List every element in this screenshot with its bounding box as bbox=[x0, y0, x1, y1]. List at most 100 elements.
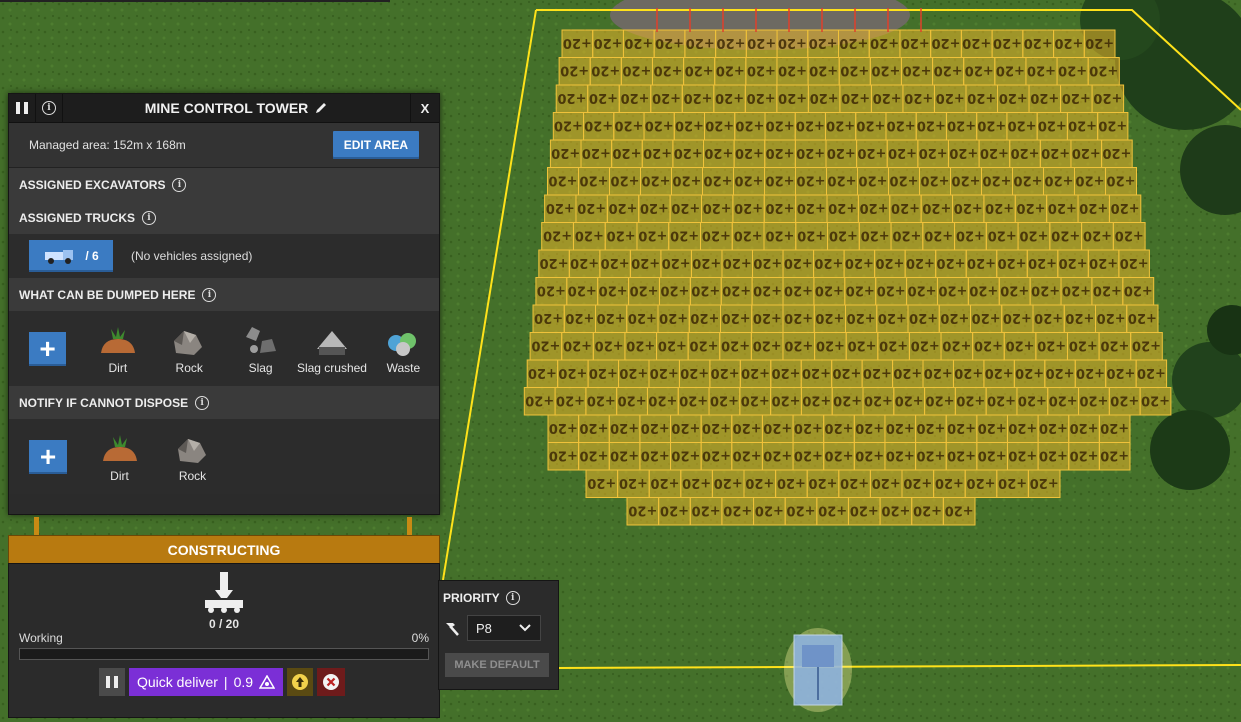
tile-height-label: +20 bbox=[999, 90, 1028, 105]
dirt-icon bbox=[102, 434, 137, 461]
product-dirt[interactable]: Dirt bbox=[83, 431, 156, 483]
tile-height-label: +20 bbox=[872, 475, 901, 490]
assigned-excavators-label: ASSIGNED EXCAVATORS bbox=[19, 177, 166, 192]
tile-height-label: +20 bbox=[549, 447, 578, 462]
tile-height-label: +20 bbox=[1031, 282, 1060, 297]
tile-height-label: +20 bbox=[916, 420, 945, 435]
product-label: Slag bbox=[248, 360, 273, 375]
tile-height-label: +20 bbox=[721, 337, 750, 352]
tile-height-label: +20 bbox=[705, 117, 734, 132]
designation-grid[interactable]: +20 +20 +20 +20 +20 +20 +20 +20 +20 +20 +20 +20 +20 +… bbox=[523, 8, 1172, 526]
tile-height-label: +20 bbox=[622, 62, 651, 77]
product-rock[interactable]: Rock bbox=[154, 323, 225, 375]
tile-height-label: +20 bbox=[589, 90, 618, 105]
tile-height-label: +20 bbox=[1083, 227, 1112, 242]
quick-deliver-cost: 0.9 bbox=[233, 674, 254, 690]
tile-height-label: +20 bbox=[919, 145, 948, 160]
tile-height-label: +20 bbox=[753, 255, 782, 270]
edit-pencil-icon[interactable] bbox=[314, 101, 328, 115]
tile-height-label: +20 bbox=[828, 172, 857, 187]
tile-height-label: +20 bbox=[827, 145, 856, 160]
info-icon: i bbox=[42, 101, 56, 115]
pause-button[interactable] bbox=[9, 94, 36, 122]
tile-height-label: +20 bbox=[802, 365, 831, 380]
tile-height-label: +20 bbox=[988, 227, 1017, 242]
info-icon[interactable]: i bbox=[195, 395, 210, 410]
product-waste[interactable]: Waste bbox=[368, 323, 439, 375]
notify-products-row: + Dirt Rock bbox=[9, 419, 439, 494]
close-button[interactable]: X bbox=[410, 94, 439, 122]
tile-height-label: +20 bbox=[778, 35, 807, 50]
pause-construction-button[interactable] bbox=[99, 668, 125, 696]
tile-height-label: +20 bbox=[1085, 35, 1114, 50]
tile-height-label: +20 bbox=[794, 420, 823, 435]
tile-height-label: +20 bbox=[908, 282, 937, 297]
quick-deliver-button[interactable]: Quick deliver | 0.9 bbox=[129, 668, 284, 696]
add-notify-product-button[interactable]: + bbox=[29, 439, 67, 474]
cancel-construction-button[interactable] bbox=[317, 668, 346, 696]
product-rock[interactable]: Rock bbox=[156, 431, 229, 483]
dump-section-label: WHAT CAN BE DUMPED HERE bbox=[19, 287, 196, 302]
tile-height-label: +20 bbox=[614, 117, 643, 132]
tile-height-label: +20 bbox=[1128, 310, 1157, 325]
tile-height-label: +20 bbox=[977, 117, 1006, 132]
info-button[interactable]: i bbox=[36, 94, 63, 122]
edit-area-button[interactable]: EDIT AREA bbox=[332, 131, 419, 159]
tile-height-label: +20 bbox=[841, 90, 870, 105]
priority-value: P8 bbox=[476, 620, 492, 636]
tile-height-label: +20 bbox=[1124, 282, 1153, 297]
tile-height-label: +20 bbox=[815, 282, 844, 297]
tile-height-label: +20 bbox=[557, 90, 586, 105]
tile-height-label: +20 bbox=[734, 227, 763, 242]
tile-height-label: +20 bbox=[863, 365, 892, 380]
tile-height-label: +20 bbox=[589, 365, 618, 380]
unity-icon bbox=[259, 675, 276, 689]
assign-trucks-button[interactable]: / 6 bbox=[29, 240, 113, 272]
product-dirt[interactable]: Dirt bbox=[82, 323, 153, 375]
no-vehicles-text: (No vehicles assigned) bbox=[131, 249, 253, 263]
assigned-trucks-label: ASSIGNED TRUCKS bbox=[19, 210, 136, 225]
tile-height-label: +20 bbox=[978, 420, 1007, 435]
product-slag[interactable]: Slag bbox=[225, 323, 296, 375]
raise-priority-button[interactable] bbox=[287, 668, 314, 696]
tile-height-label: +20 bbox=[1006, 337, 1035, 352]
tile-height-label: +20 bbox=[864, 392, 893, 407]
ghost-building[interactable] bbox=[784, 628, 852, 712]
tile-height-label: +20 bbox=[809, 35, 838, 50]
tile-height-label: +20 bbox=[983, 172, 1012, 187]
tile-height-label: +20 bbox=[777, 475, 806, 490]
info-icon[interactable]: i bbox=[142, 210, 157, 225]
tile-height-label: +20 bbox=[895, 392, 924, 407]
info-icon[interactable]: i bbox=[172, 177, 187, 192]
info-icon[interactable]: i bbox=[202, 287, 217, 302]
tile-height-label: +20 bbox=[1100, 447, 1129, 462]
tile-height-label: +20 bbox=[1000, 282, 1029, 297]
tile-height-label: +20 bbox=[671, 447, 700, 462]
add-dump-product-button[interactable]: + bbox=[29, 331, 67, 366]
priority-select[interactable]: P8 bbox=[467, 615, 541, 641]
tile-height-label: +20 bbox=[1106, 365, 1135, 380]
tile-height-label: +20 bbox=[954, 200, 983, 215]
product-label: Rock bbox=[175, 360, 203, 375]
tile-height-label: +20 bbox=[679, 392, 708, 407]
tile-height-label: +20 bbox=[1097, 310, 1126, 325]
tile-height-label: +20 bbox=[733, 420, 762, 435]
tile-height-label: +20 bbox=[1111, 200, 1140, 215]
tile-height-label: +20 bbox=[766, 172, 795, 187]
tile-height-label: +20 bbox=[829, 227, 858, 242]
tile-height-label: +20 bbox=[1141, 392, 1170, 407]
waste-icon bbox=[388, 332, 417, 356]
tile-height-label: +20 bbox=[916, 447, 945, 462]
tile-height-label: +20 bbox=[952, 172, 981, 187]
make-default-button[interactable]: MAKE DEFAULT bbox=[445, 653, 549, 677]
tile-height-label: +20 bbox=[936, 255, 965, 270]
product-slag-crushed[interactable]: Slag crushed bbox=[296, 323, 367, 375]
tile-height-label: +20 bbox=[1098, 117, 1127, 132]
tile-height-label: +20 bbox=[765, 200, 794, 215]
tile-height-label: +20 bbox=[772, 392, 801, 407]
tile-height-label: +20 bbox=[626, 337, 655, 352]
info-icon[interactable]: i bbox=[505, 591, 520, 605]
construction-panel: 0 / 20 Working 0% Quick deliver | 0.9 bbox=[8, 563, 440, 718]
tile-height-label: +20 bbox=[582, 145, 611, 160]
support-post bbox=[34, 517, 39, 535]
